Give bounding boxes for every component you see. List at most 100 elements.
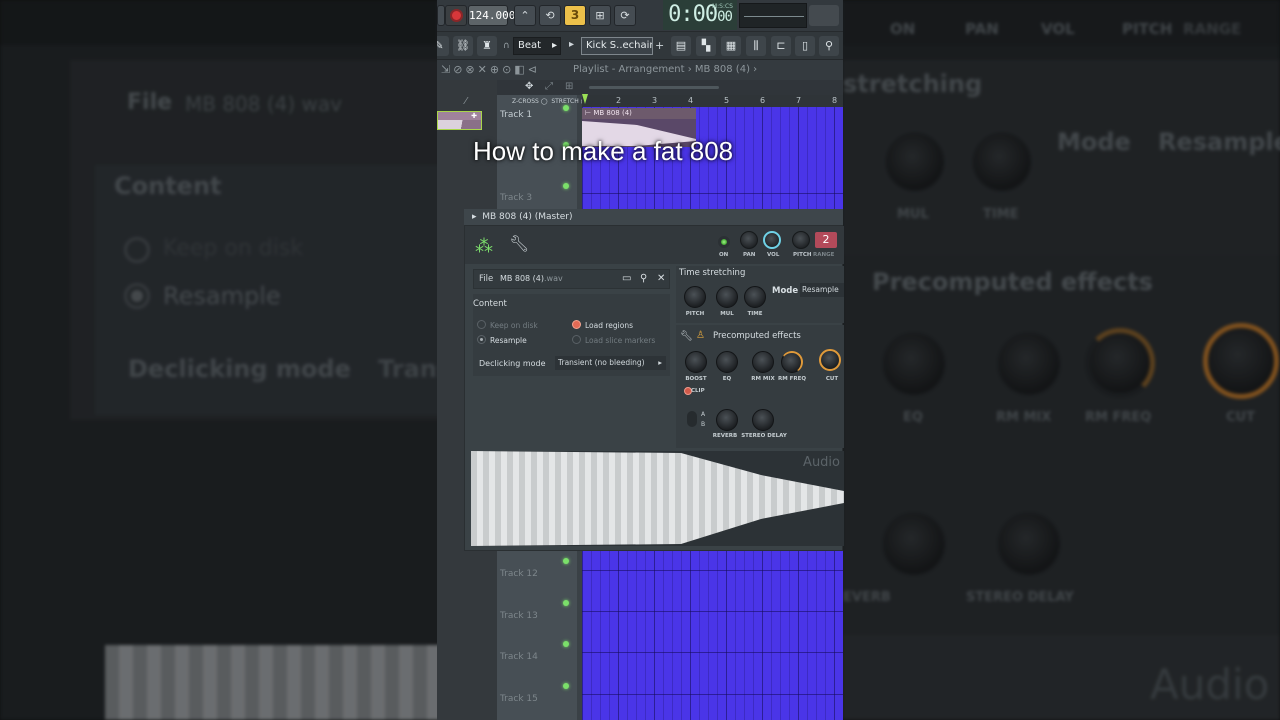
boost-label: BOOST — [685, 376, 707, 382]
reverb-knob[interactable] — [716, 409, 738, 431]
video-caption: How to make a fat 808 — [473, 136, 734, 166]
track-label-13[interactable]: Track 13 — [500, 611, 538, 621]
track-label-3[interactable]: Track 3 — [500, 193, 532, 203]
channel-settings-window: ⁂ 🔧︎ ON PAN VOL PITCH 2 RANGE File MB 80… — [464, 225, 844, 551]
snap-select[interactable]: Beat ▸ — [513, 37, 561, 55]
wait-for-input-button[interactable]: ⟲ — [539, 5, 561, 26]
mode-label: Mode — [772, 286, 799, 296]
pin-icon[interactable]: ⚲ — [640, 270, 647, 288]
mixer-icon[interactable]: ⫼ — [746, 36, 766, 56]
channel-on-toggle[interactable] — [718, 236, 730, 248]
track-label-12[interactable]: Track 12 — [500, 569, 538, 579]
channel-window-titlebar[interactable]: ▸ MB 808 (4) (Master) — [464, 209, 843, 225]
track-mute-1[interactable] — [563, 105, 569, 111]
file-name: MB 808 (4).wav — [499, 274, 563, 283]
cut-knob[interactable] — [819, 349, 841, 371]
clip-label: CLIP — [691, 388, 705, 394]
link-icon[interactable]: ⛓ — [453, 36, 473, 56]
sample-waveform-view[interactable]: Audio — [471, 451, 844, 546]
file-label: File — [479, 274, 494, 284]
volume-knob[interactable] — [763, 231, 781, 249]
pan-knob[interactable] — [740, 231, 758, 249]
effects-lock-icon[interactable]: ♙ — [696, 330, 705, 341]
file-icon[interactable]: ▯ — [795, 36, 815, 56]
playlist-icon[interactable]: ▤ — [671, 36, 691, 56]
ruler-bar-5: 5 — [724, 96, 730, 105]
ruler-bar-8: 8 — [832, 96, 838, 105]
folder-icon[interactable]: ▭ — [622, 270, 631, 288]
boost-knob[interactable] — [685, 351, 707, 373]
record-icon — [450, 9, 463, 22]
selected-clip-thumb[interactable]: ✚ — [437, 111, 482, 130]
browser-icon[interactable]: ⊏ — [771, 36, 791, 56]
effects-wrench-icon[interactable]: 🔧︎ — [680, 331, 693, 342]
precomputed-effects-section: 🔧︎ ♙ Precomputed effects BOOST EQ RM MIX… — [676, 325, 844, 448]
plugin-icon[interactable]: ⚲ — [819, 36, 839, 56]
ts-mul-knob[interactable] — [716, 286, 738, 308]
load-regions-option[interactable]: Load regions — [572, 320, 633, 330]
ts-pitch-knob[interactable] — [684, 286, 706, 308]
pitch-range-field[interactable]: 2 — [815, 232, 837, 248]
playlist-tool-icons[interactable]: ⇲⊘⊗✕⊕⊙◧⊲ — [441, 63, 540, 76]
pan-label: PAN — [743, 252, 756, 258]
instrument-selector[interactable]: Kick S..echain — [581, 37, 653, 55]
time-display[interactable]: 0:0000 M:S:CS — [663, 0, 737, 30]
rm-freq-knob[interactable] — [781, 351, 803, 373]
add-icon[interactable]: + — [655, 39, 664, 52]
countdown-button[interactable]: ⊞ — [589, 5, 611, 26]
tempo-display[interactable]: 124.000 — [468, 5, 515, 26]
on-label: ON — [719, 252, 729, 258]
close-file-icon[interactable]: ✕ — [657, 270, 665, 288]
record-button[interactable] — [445, 5, 467, 26]
audio-clip-header[interactable]: ⊢ MB 808 (4) — [582, 108, 696, 119]
eq-label: EQ — [722, 376, 732, 382]
rm-mix-label: RM MIX — [751, 376, 775, 382]
timeline-ruler[interactable]: 2 3 4 5 6 7 8 — [582, 95, 843, 107]
slide-icon[interactable]: ⤢ — [545, 81, 553, 92]
channel-rack-icon[interactable]: ▦ — [721, 36, 741, 56]
sample-wave-icon[interactable]: ⁂ — [475, 236, 493, 257]
content-title: Content — [473, 299, 507, 309]
ruler-bar-3: 3 — [652, 96, 658, 105]
precomputed-title: Precomputed effects — [713, 331, 801, 341]
track-separator — [582, 570, 843, 571]
track-label-15[interactable]: Track 15 — [500, 694, 538, 704]
metronome-button[interactable]: ⌃ — [514, 5, 536, 26]
playlist-scrollbar[interactable] — [589, 86, 719, 89]
pencil-tool-icon[interactable]: ✎ — [437, 36, 449, 56]
mode-select[interactable]: Resample — [800, 283, 844, 297]
ab-switch[interactable] — [687, 411, 697, 427]
ts-pitch-label: PITCH — [685, 311, 705, 317]
pitch-knob[interactable] — [792, 231, 810, 249]
keep-on-disk-option[interactable]: Keep on disk — [477, 320, 538, 330]
grid-icon[interactable]: ⊞ — [565, 81, 573, 92]
loop-record-button[interactable]: ⟳ — [614, 5, 636, 26]
track-mute-3[interactable] — [563, 183, 569, 189]
track-separator — [582, 652, 843, 653]
track-mute-13[interactable] — [563, 600, 569, 606]
eq-knob[interactable] — [716, 351, 738, 373]
transport-toolbar: 124.000 ⌃ ⟲ 3 ⊞ ⟳ 0:0000 M:S:CS — [437, 0, 843, 32]
channel-header: ⁂ 🔧︎ ON PAN VOL PITCH 2 RANGE — [465, 226, 844, 264]
track-mute-14[interactable] — [563, 641, 569, 647]
declicking-select[interactable]: Transient (no bleeding) ▸ — [555, 356, 666, 370]
load-slice-markers-option[interactable]: Load slice markers — [572, 335, 655, 345]
stamp-icon[interactable]: ♜ — [477, 36, 497, 56]
ts-time-knob[interactable] — [744, 286, 766, 308]
piano-roll-icon[interactable]: ▚ — [696, 36, 716, 56]
arrow-right-icon: ▸ — [569, 39, 575, 50]
video-frame: File MB 808 (4) wav Content Keep on disk… — [0, 0, 1280, 720]
play-button[interactable] — [437, 5, 445, 26]
brush-icon[interactable]: ⁄ — [465, 96, 467, 107]
rm-mix-knob[interactable] — [752, 351, 774, 373]
vol-label: VOL — [767, 252, 780, 258]
track-label-14[interactable]: Track 14 — [500, 652, 538, 662]
track-mute-15[interactable] — [563, 683, 569, 689]
move-icon[interactable]: ✥ — [525, 81, 533, 92]
track-mute-12[interactable] — [563, 558, 569, 564]
wrench-icon[interactable]: 🔧︎ — [509, 234, 529, 253]
pattern-button[interactable]: 3 — [564, 5, 586, 26]
stereo-delay-knob[interactable] — [752, 409, 774, 431]
resample-option[interactable]: Resample — [477, 335, 527, 345]
track-label-1[interactable]: Track 1 — [500, 110, 532, 120]
